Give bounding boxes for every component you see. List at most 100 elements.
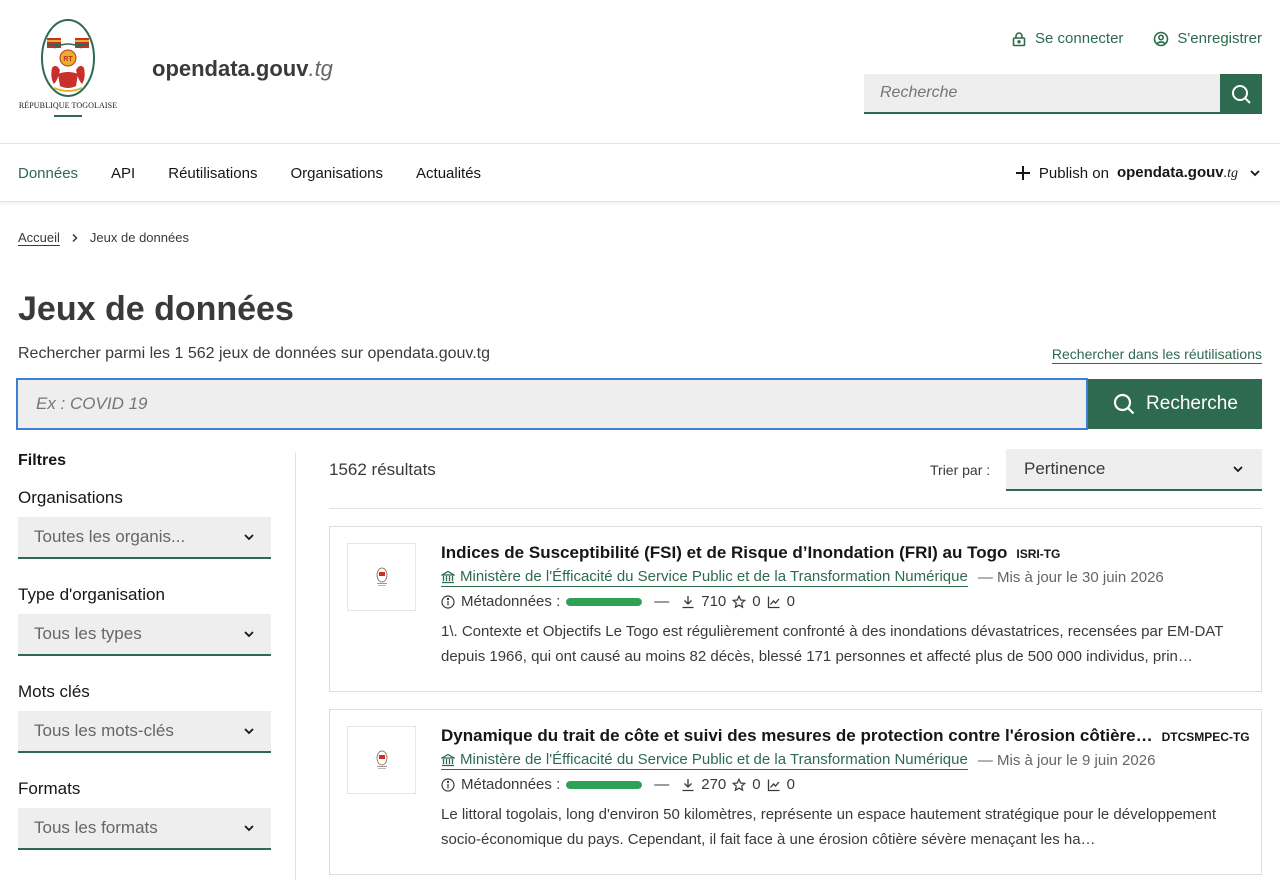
svg-text:RT: RT [63,56,73,63]
header-search-input[interactable] [864,74,1220,114]
metadata-quality-bar [566,780,643,789]
info-icon [441,777,455,792]
dataset-org-row: Ministère de l'Éfficacité du Service Pub… [441,751,1251,770]
filter-label: Mots clés [18,682,90,701]
download-icon [682,595,694,608]
publish-button[interactable]: Publish on opendata.gouv.tg [1015,144,1238,202]
register-link[interactable]: S'enregistrer [1153,30,1262,47]
coat-of-arms-icon [376,750,387,769]
nav-items: Données API Réutilisations Organisations… [18,144,481,202]
favorites-count: 0 [752,776,761,793]
search-icon [1232,85,1251,104]
star-icon [732,777,747,791]
dataset-org-name: Ministère de l'Éfficacité du Service Pub… [460,568,968,585]
chevron-down-icon [244,825,254,832]
register-label: S'enregistrer [1177,30,1262,47]
line-chart-icon [767,779,780,791]
chevron-down-icon [244,631,254,638]
filter-formats-select[interactable]: Tous les formats [18,808,271,850]
logo-text: RÉPUBLIQUE TOGOLAISE [18,101,118,110]
dataset-meta: Métadonnées : — 270 0 0 [441,776,1251,793]
header-search-button[interactable] [1220,74,1262,114]
metadata-quality-bar [566,597,643,606]
sort-select[interactable]: Pertinence [1006,449,1262,491]
dataset-acronym: DTCSMPEC-TG [1161,730,1250,744]
publish-prefix: Publish on [1038,164,1109,182]
metadata-quality-fill [566,780,643,789]
info-icon [441,594,455,609]
dataset-title[interactable]: Indices de Susceptibilité (FSI) et de Ri… [441,543,1007,563]
search-icon [1113,393,1135,415]
breadcrumb-home[interactable]: Accueil [18,230,60,245]
filters-sidebar: Filtres Organisations Toutes les organis… [18,452,272,876]
dataset-card-body: Dynamique du trait de côte et suivi des … [441,726,1251,852]
filter-label: Type d'organisation [18,585,165,604]
search-reuses-link[interactable]: Rechercher dans les réutilisations [1052,346,1262,362]
filter-organisations-select[interactable]: Toutes les organis... [18,517,271,559]
star-icon [732,594,747,608]
dataset-card[interactable]: Indices de Susceptibilité (FSI) et de Ri… [329,526,1262,692]
dataset-org-link[interactable]: Ministère de l'Éfficacité du Service Pub… [441,751,968,770]
dataset-search: Recherche [16,378,1262,430]
dataset-title-row: Indices de Susceptibilité (FSI) et de Ri… [441,543,1251,563]
nav-item-reutilisations[interactable]: Réutilisations [168,165,257,182]
page-subtitle: Rechercher parmi les 1 562 jeux de donné… [18,345,491,362]
dataset-meta: Métadonnées : — 710 0 0 [441,593,1251,610]
chevron-down-icon[interactable] [1248,166,1262,180]
dataset-card[interactable]: Dynamique du trait de côte et suivi des … [329,709,1262,875]
download-icon [682,778,694,791]
sort-label: Trier par : [930,462,991,478]
nav-item-donnees[interactable]: Données [18,165,78,182]
plus-icon [1015,166,1030,180]
breadcrumb-current: Jeux de données [89,230,189,245]
chevron-right-icon [72,233,78,242]
logo-underline [54,115,82,117]
metadata-label: Métadonnées : [461,593,561,610]
filter-organisations: Organisations Toutes les organis... [18,488,272,559]
results-divider [329,508,1262,509]
dataset-search-input[interactable] [16,378,1088,430]
filter-value: Tous les formats [34,818,158,837]
dataset-org-link[interactable]: Ministère de l'Éfficacité du Service Pub… [441,568,968,587]
dataset-updated: — Mis à jour le 9 juin 2026 [977,752,1156,769]
filter-keywords: Mots clés Tous les mots-clés [18,682,272,753]
filter-value: Toutes les organis... [34,527,186,546]
site-name[interactable]: opendata.gouv.tg [152,56,333,82]
filter-label: Formats [18,779,81,798]
site-header: RT RÉPUBLIQUE TOGOLAISE opendata.gouv.tg… [0,0,1280,144]
downloads-count: 710 [701,593,727,610]
filter-keywords-select[interactable]: Tous les mots-clés [18,711,271,753]
institution-icon [441,570,455,583]
chevron-down-icon [244,728,254,735]
dataset-title[interactable]: Dynamique du trait de côte et suivi des … [441,726,1153,746]
dataset-acronym: ISRI-TG [1016,547,1061,561]
reuses-count: 0 [786,776,795,793]
filters-title: Filtres [18,452,67,469]
sort-value: Pertinence [1024,459,1106,478]
filter-org-type: Type d'organisation Tous les types [18,585,272,656]
institution-icon [441,753,455,766]
nav-item-api[interactable]: API [111,165,135,182]
dataset-description: Le littoral togolais, long d'environ 50 … [441,806,1217,848]
filter-org-type-select[interactable]: Tous les types [18,614,271,656]
dataset-search-button[interactable]: Recherche [1088,379,1262,429]
nav-item-actualites[interactable]: Actualités [416,165,481,182]
header-search [864,74,1262,114]
downloads-count: 270 [701,776,727,793]
results-count: 1562 résultats [329,460,436,479]
dataset-updated: — Mis à jour le 30 juin 2026 [977,569,1164,586]
republic-logo[interactable]: RT RÉPUBLIQUE TOGOLAISE [18,18,118,120]
publish-tld: .tg [1223,166,1238,181]
page-title: Jeux de données [18,290,294,328]
meta-separator: — [654,776,670,793]
filter-value: Tous les types [34,624,142,643]
site-name-main: opendata.gouv [152,56,309,81]
login-link[interactable]: Se connecter [1011,30,1123,47]
nav-item-organisations[interactable]: Organisations [290,165,383,182]
filter-value: Tous les mots-clés [34,721,174,740]
breadcrumb: Accueil Jeux de données [18,230,189,245]
coat-of-arms-icon [376,567,387,586]
dataset-card-body: Indices de Susceptibilité (FSI) et de Ri… [441,543,1251,669]
main-nav: Données API Réutilisations Organisations… [0,144,1280,202]
sidebar-divider [295,452,296,880]
